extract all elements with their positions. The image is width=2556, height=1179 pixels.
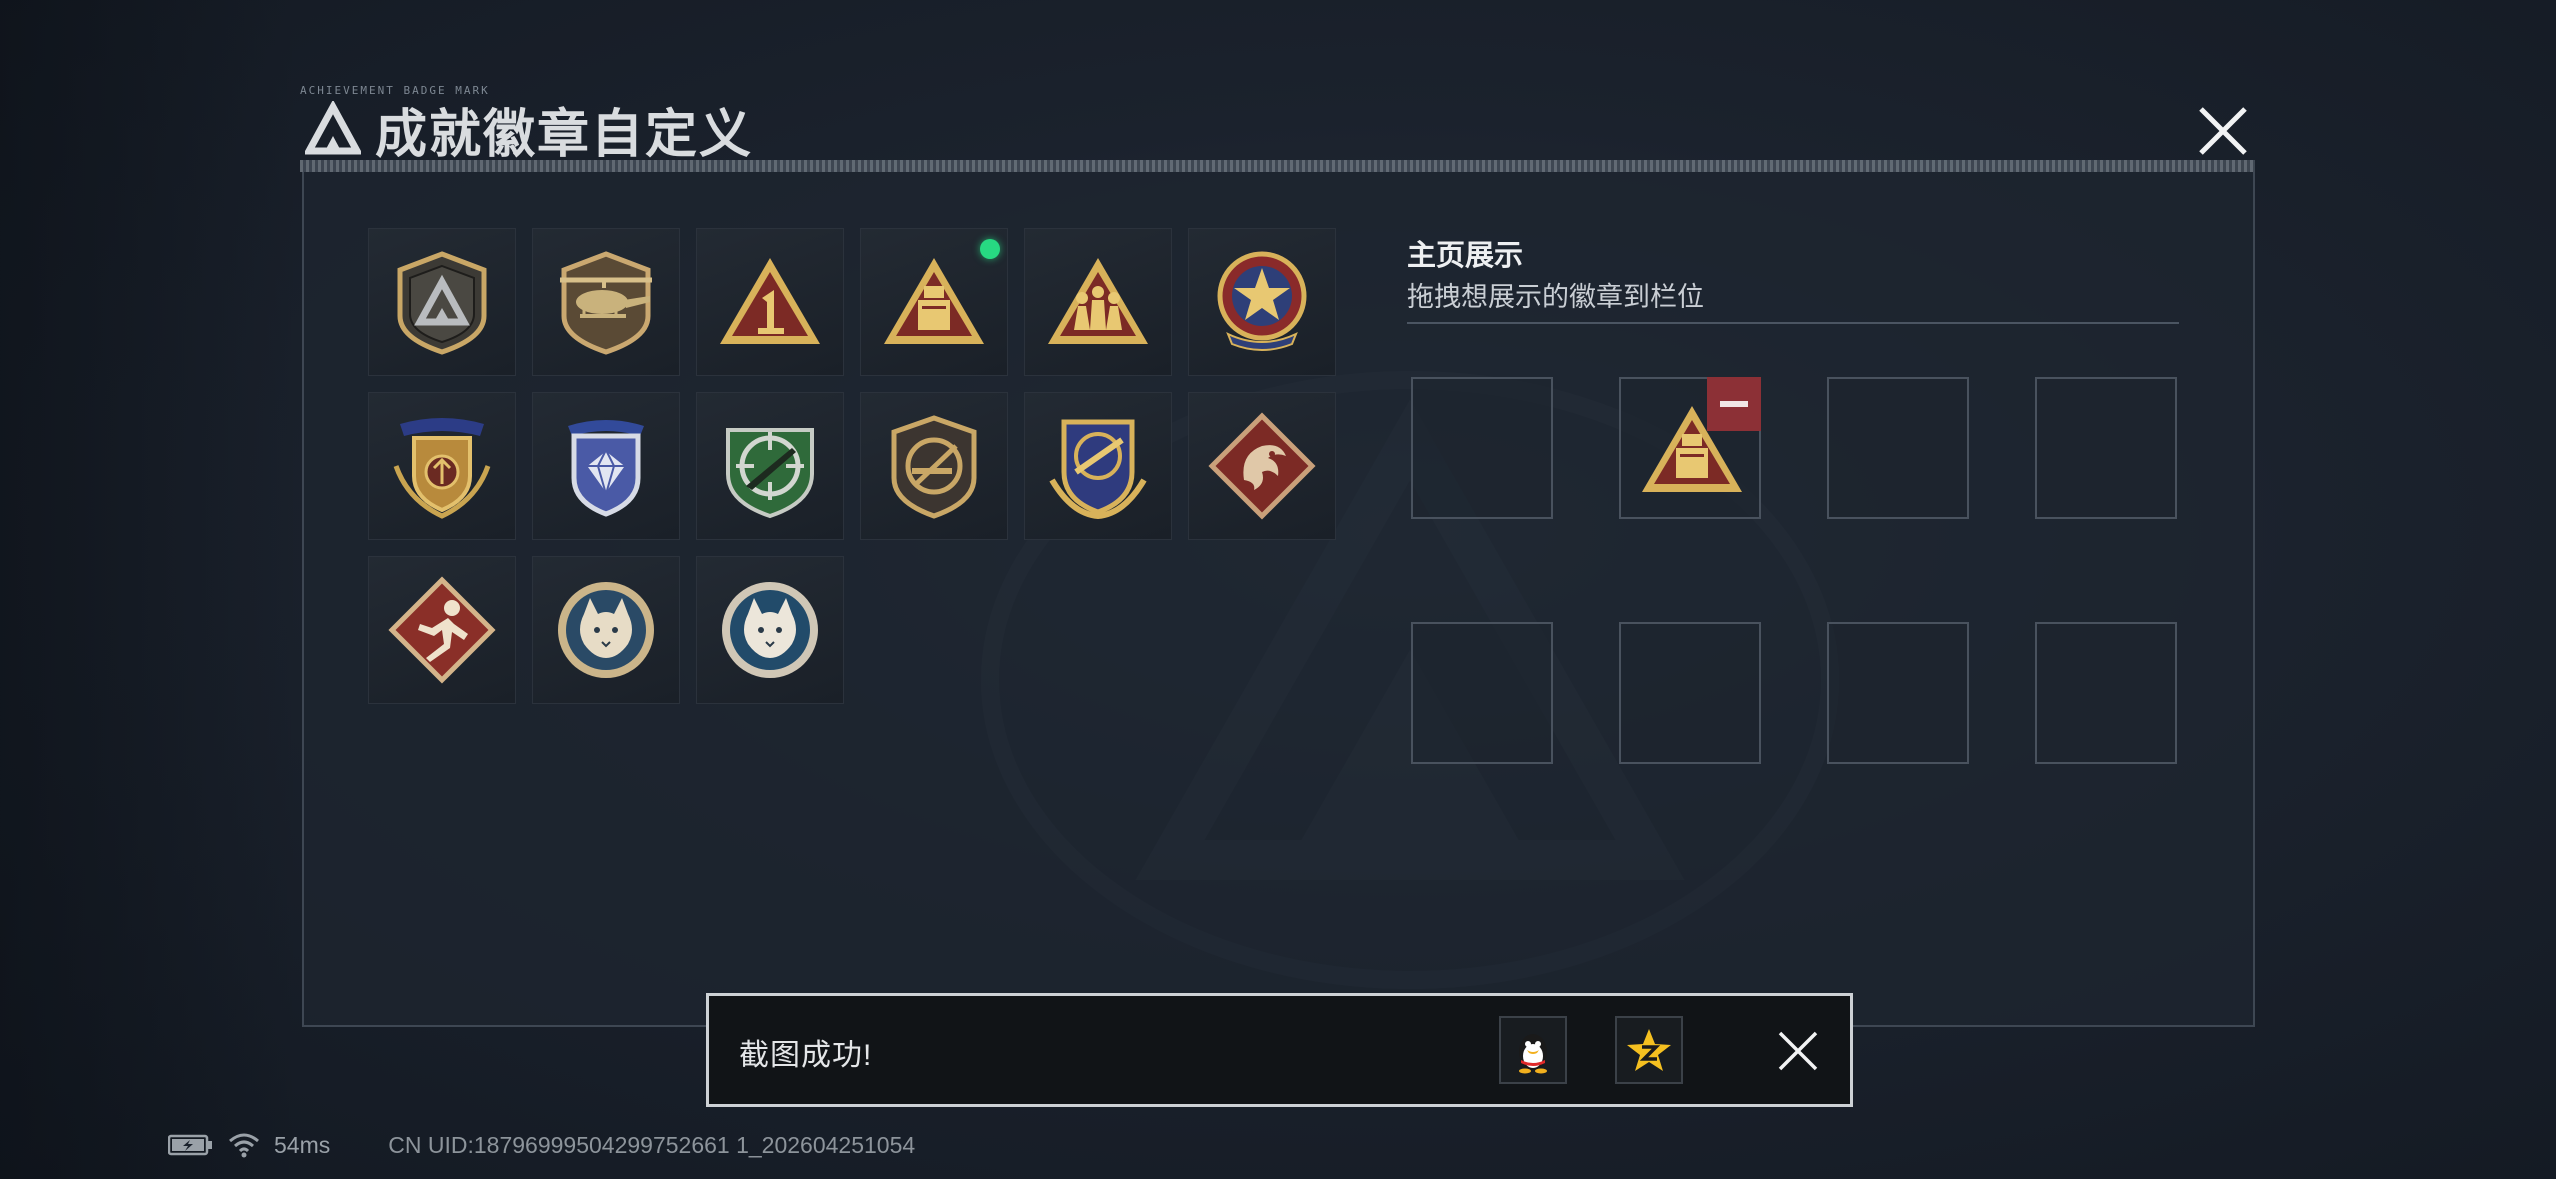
showcase-slot-2[interactable]: [1619, 377, 1761, 519]
share-qzone-button[interactable]: [1615, 1016, 1683, 1084]
showcase-subtitle: 拖拽想展示的徽章到栏位: [1407, 282, 1704, 312]
badge-cell[interactable]: [532, 228, 680, 376]
badge-cell[interactable]: [368, 392, 516, 540]
helicopter-badge-icon: [560, 251, 652, 355]
card-triangle-badge-icon: [884, 258, 984, 344]
badge-cell[interactable]: [532, 556, 680, 704]
qq-penguin-icon: [1519, 1034, 1547, 1074]
showcase-slot-1[interactable]: [1411, 377, 1553, 519]
blue-gem-shield-badge-icon: [568, 420, 644, 517]
showcase-slot-3[interactable]: [1827, 377, 1969, 519]
showcase-slot-6[interactable]: [1619, 622, 1761, 764]
showcase-slot-5[interactable]: [1411, 622, 1553, 764]
showcase-title: 主页展示: [1407, 240, 1524, 272]
showcase-slot-4[interactable]: [2035, 377, 2177, 519]
wifi-icon: [229, 1133, 259, 1158]
gold-wings-crest-badge-icon: [393, 418, 491, 519]
page-title-text: 成就徽章自定义: [375, 105, 754, 164]
battery-icon: [168, 1134, 212, 1156]
status-bar: 54ms CN UID:18796999504299752661 1_20260…: [168, 1127, 915, 1163]
badge-cell[interactable]: [696, 556, 844, 704]
badge-cell[interactable]: [1024, 228, 1172, 376]
uid-text: CN UID:18796999504299752661 1_2026042510…: [388, 1131, 916, 1158]
close-icon: [1778, 1031, 1818, 1071]
showcase-slot-7[interactable]: [1827, 622, 1969, 764]
showcase-slot-8[interactable]: [2035, 622, 2177, 764]
badge-cell[interactable]: [1188, 392, 1336, 540]
green-rifle-crosshair-badge-icon: [726, 428, 814, 519]
badge-grid: [368, 228, 1336, 704]
close-icon: [2199, 107, 2247, 155]
share-qq-button[interactable]: [1499, 1016, 1567, 1084]
toast-close-button[interactable]: [1769, 1022, 1827, 1080]
minus-icon: [1720, 401, 1748, 407]
badge-cell[interactable]: [696, 228, 844, 376]
showcase-divider: [1407, 322, 2179, 324]
dragon-diamond-badge-icon: [1208, 412, 1316, 520]
number-one-triangle-badge-icon: [720, 258, 820, 344]
blue-rifle-crest-badge-icon: [1049, 419, 1147, 520]
squad-triangle-badge-icon: [1048, 258, 1148, 344]
sprinter-diamond-badge-icon: [388, 576, 496, 684]
badge-cell[interactable]: [696, 392, 844, 540]
close-button[interactable]: [2188, 96, 2258, 166]
ping-text: 54ms: [274, 1131, 331, 1158]
equipped-indicator: [980, 239, 1000, 259]
star-medal-badge-icon: [1217, 251, 1307, 351]
header-divider: [300, 160, 2255, 172]
badge-cell[interactable]: [368, 228, 516, 376]
badge-cell[interactable]: [368, 556, 516, 704]
badge-cell[interactable]: [860, 228, 1008, 376]
gold-rifle-shield-badge-icon: [891, 415, 977, 519]
badge-cell[interactable]: [532, 392, 680, 540]
badge-cell[interactable]: [860, 392, 1008, 540]
lynx-round-badge-1-icon: [558, 582, 654, 678]
remove-badge-button[interactable]: [1707, 377, 1761, 431]
page-title: 成就徽章自定义: [305, 94, 753, 164]
delta-shield-badge-icon: [397, 251, 487, 355]
qzone-star-icon: [1627, 1029, 1671, 1071]
lynx-round-badge-2-icon: [722, 582, 818, 678]
badge-cell[interactable]: [1188, 228, 1336, 376]
delta-logo-icon: [305, 101, 361, 155]
toast-message: 截图成功!: [739, 1039, 873, 1072]
background-shade: [0, 0, 300, 1179]
badge-cell[interactable]: [1024, 392, 1172, 540]
screenshot-toast: 截图成功!: [706, 993, 1853, 1107]
